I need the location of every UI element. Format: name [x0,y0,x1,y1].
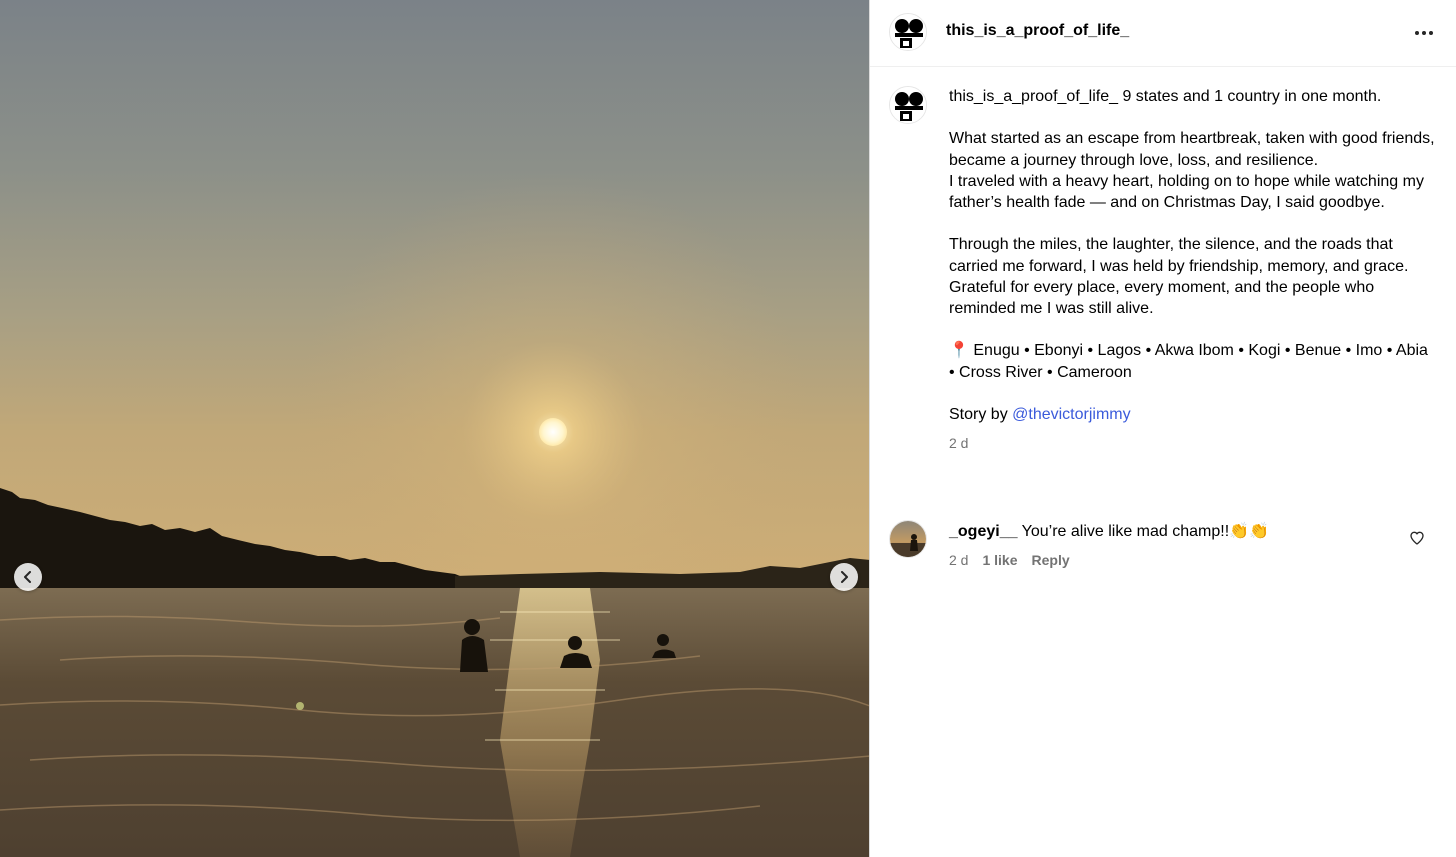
more-options-button[interactable] [1413,27,1435,39]
profile-logo-icon [890,14,926,50]
caption-credit: Story by @thevictorjimmy [949,404,1435,425]
caption-paragraph-2a: Through the miles, the laughter, the sil… [949,236,1409,275]
places-list: Enugu • Ebonyi • Lagos • Akwa Ibom • Kog… [949,342,1428,381]
profile-logo-icon [890,87,926,123]
comment-message: You’re alive like mad champ!!👏👏 [1017,523,1269,540]
commenter-avatar[interactable] [889,520,927,558]
comment-likes-count[interactable]: 1 like [982,552,1017,568]
caption-text: this_is_a_proof_of_life_ 9 states and 1 … [949,86,1435,454]
caption-timestamp[interactable]: 2 d [949,433,1435,454]
caption-author-avatar[interactable] [889,86,927,124]
caption-places: 📍 Enugu • Ebonyi • Lagos • Akwa Ibom • K… [949,340,1435,382]
caption-paragraph-1a: What started as an escape from heartbrea… [949,130,1435,169]
post-photo[interactable] [0,0,870,857]
sunset-river-image [0,0,869,857]
caption-username[interactable]: this_is_a_proof_of_life_ [949,88,1118,105]
chevron-left-icon [24,571,31,583]
more-horizontal-icon [1415,31,1419,35]
post-side-panel: this_is_a_proof_of_life_ this_is_a_proof… [870,0,1456,857]
chevron-right-icon [841,571,848,583]
post-header: this_is_a_proof_of_life_ [870,0,1456,67]
credit-mention-link[interactable]: @thevictorjimmy [1012,406,1130,423]
comment-timestamp[interactable]: 2 d [949,552,968,568]
pin-icon: 📍 [949,342,969,360]
author-username[interactable]: this_is_a_proof_of_life_ [946,22,1129,40]
comment-like-button[interactable] [1409,530,1427,548]
post-viewer: this_is_a_proof_of_life_ this_is_a_proof… [0,0,1456,857]
next-photo-button[interactable] [830,563,858,591]
comment-text: _ogeyi__ You’re alive like mad champ!!👏👏 [949,521,1369,542]
caption-paragraph-2b: Grateful for every place, every moment, … [949,278,1375,317]
credit-prefix: Story by [949,405,1013,423]
comment-item: _ogeyi__ You’re alive like mad champ!!👏👏… [889,520,1449,580]
previous-photo-button[interactable] [14,563,42,591]
caption-paragraph-1b: I traveled with a heavy heart, holding o… [949,172,1424,211]
commenter-username[interactable]: _ogeyi__ [949,523,1017,540]
reply-button[interactable]: Reply [1032,552,1070,568]
sun [539,418,567,446]
commenter-photo-icon [890,521,926,557]
comment-meta: 2 d 1 like Reply [949,552,1070,568]
heart-outline-icon [1410,531,1424,545]
river-water [0,588,869,857]
caption-headline: 9 states and 1 country in one month. [1118,88,1382,105]
author-avatar[interactable] [889,13,927,51]
